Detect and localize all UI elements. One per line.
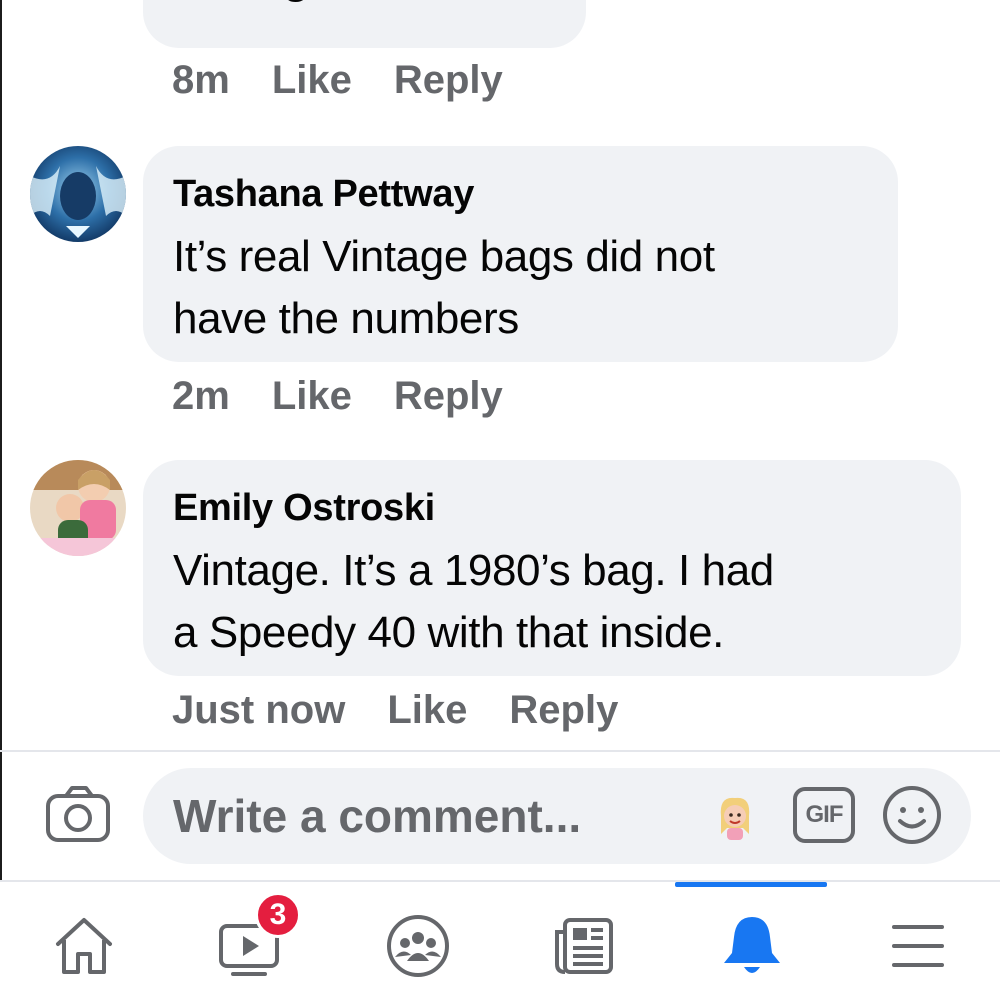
like-button[interactable]: Like	[272, 58, 352, 103]
tab-groups[interactable]	[368, 896, 468, 996]
camera-button[interactable]	[44, 782, 112, 850]
comment-text: Vintage. It’s a 1980’s bag. I had	[173, 546, 774, 595]
comment-author[interactable]: Emily Ostroski	[173, 486, 961, 530]
tab-news-feed[interactable]	[534, 896, 634, 996]
tab-home[interactable]	[34, 896, 134, 996]
emoji-button[interactable]	[881, 784, 943, 846]
comment-text: have the numbers	[173, 294, 519, 343]
divider	[0, 750, 1000, 752]
home-icon	[56, 918, 112, 974]
comment-timestamp: 2m	[172, 374, 230, 418]
comment-timestamp: Just now	[172, 688, 346, 732]
comment-text: a Speedy 40 with that inside.	[173, 608, 724, 657]
comment-bubble[interactable]: Vintage	[143, 0, 586, 48]
gif-label: GIF	[805, 801, 844, 828]
camera-icon	[46, 786, 110, 842]
comment-text: Vintage	[178, 0, 334, 10]
like-button[interactable]: Like	[387, 688, 467, 733]
like-button[interactable]: Like	[272, 374, 352, 419]
notifications-bell-icon	[724, 917, 780, 973]
comment-actions: Just now Like Reply	[172, 688, 618, 733]
comment-input[interactable]	[173, 786, 693, 846]
comment-actions: 2m Like Reply	[172, 374, 503, 419]
avatar-sticker-button[interactable]	[715, 794, 755, 842]
screen-edge	[0, 0, 2, 1000]
news-feed-icon	[555, 918, 613, 974]
groups-icon	[387, 915, 449, 977]
active-tab-indicator	[675, 882, 827, 887]
reply-button[interactable]: Reply	[394, 58, 503, 103]
reply-button[interactable]: Reply	[509, 688, 618, 733]
tab-menu[interactable]	[868, 896, 968, 996]
bottom-tab-bar: 3	[0, 880, 1000, 1002]
reply-button[interactable]: Reply	[394, 374, 503, 419]
comment-timestamp: 8m	[172, 58, 230, 102]
comment-text: It’s real Vintage bags did not	[173, 232, 715, 281]
notification-badge: 3	[255, 892, 301, 938]
avatar[interactable]	[30, 460, 126, 556]
comment-author[interactable]: Tashana Pettway	[173, 172, 898, 216]
emoji-icon	[883, 786, 941, 844]
avatar[interactable]	[30, 146, 126, 242]
comment-actions: 8m Like Reply	[172, 58, 503, 103]
comment-bubble[interactable]: Tashana Pettway It’s real Vintage bags d…	[143, 146, 898, 362]
gif-button[interactable]: GIF	[793, 787, 855, 843]
avatar-image	[30, 460, 126, 556]
comment-composer[interactable]: GIF	[143, 768, 971, 864]
comment-bubble[interactable]: Emily Ostroski Vintage. It’s a 1980’s ba…	[143, 460, 961, 676]
avatar-sticker-icon	[720, 797, 750, 840]
menu-icon	[892, 925, 944, 967]
avatar-image	[30, 146, 126, 242]
tab-notifications[interactable]	[702, 896, 802, 996]
